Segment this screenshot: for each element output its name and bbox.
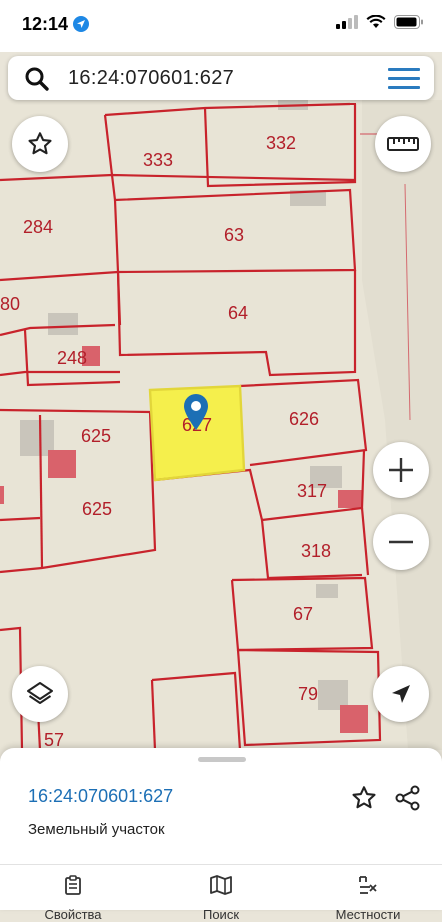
parcel-label: 63 — [224, 225, 244, 245]
search-input[interactable]: 16:24:070601:627 — [68, 67, 234, 90]
parcel-label: 626 — [289, 409, 319, 429]
zoom-in-button[interactable] — [373, 442, 429, 498]
object-type: Земельный участок — [28, 821, 165, 838]
tab-label: Свойства — [44, 907, 102, 922]
battery-icon — [394, 15, 423, 29]
map-icon — [210, 875, 232, 895]
location-arrow-icon — [73, 16, 89, 32]
parcel-label: 248 — [57, 348, 87, 368]
ruler-icon — [387, 137, 419, 151]
drag-handle[interactable] — [198, 757, 246, 762]
parcel-label: 625 — [82, 499, 112, 519]
clipboard-icon — [65, 875, 81, 895]
wifi-icon — [366, 15, 386, 28]
ruler-button[interactable] — [375, 116, 431, 172]
parcel-label: 625 — [81, 426, 111, 446]
signal-icon — [336, 15, 358, 29]
map-canvas[interactable]: 333 332 284 63 80 64 248 625 627 626 317… — [0, 100, 442, 750]
tab-search[interactable]: Поиск — [171, 874, 271, 922]
layers-button[interactable] — [12, 666, 68, 722]
tab-label: Местности — [335, 907, 401, 922]
bottom-sheet[interactable]: 16:24:070601:627 Земельный участок Свойс… — [0, 748, 442, 922]
favorite-button[interactable] — [12, 116, 68, 172]
tab-properties[interactable]: Свойства — [23, 874, 123, 922]
status-bar: 12:14 — [0, 0, 442, 52]
zoom-out-button[interactable] — [373, 514, 429, 570]
parcel-label: 333 — [143, 150, 173, 170]
plus-icon — [389, 458, 413, 482]
tab-localities[interactable]: Местности — [318, 874, 418, 922]
parcel-label: 64 — [228, 303, 248, 323]
search-bar[interactable]: 16:24:070601:627 — [8, 56, 434, 100]
parcel-label: 332 — [266, 133, 296, 153]
parcel-label: 57 — [44, 730, 64, 750]
menu-icon[interactable] — [388, 68, 420, 90]
star-icon — [28, 132, 52, 155]
minus-icon — [389, 540, 413, 544]
parcel-label: 80 — [0, 294, 20, 314]
layers-icon — [27, 682, 53, 704]
search-icon[interactable] — [24, 66, 50, 92]
parcel-label: 284 — [23, 217, 53, 237]
my-location-button[interactable] — [373, 666, 429, 722]
share-icon[interactable] — [394, 784, 422, 812]
status-time: 12:14 — [22, 14, 69, 34]
parcel-label: 79 — [298, 684, 318, 704]
cadastral-number: 16:24:070601:627 — [28, 786, 174, 806]
star-icon[interactable] — [350, 784, 378, 812]
parcel-label: 318 — [301, 541, 331, 561]
cadastral-map[interactable]: 333 332 284 63 80 64 248 625 627 626 317… — [0, 100, 442, 750]
route-icon — [359, 876, 377, 894]
tab-label: Поиск — [202, 907, 240, 922]
parcel-label: 67 — [293, 604, 313, 624]
navigation-arrow-icon — [392, 685, 410, 703]
parcel-label: 317 — [297, 481, 327, 501]
status-icons — [336, 15, 424, 29]
divider — [0, 864, 442, 865]
